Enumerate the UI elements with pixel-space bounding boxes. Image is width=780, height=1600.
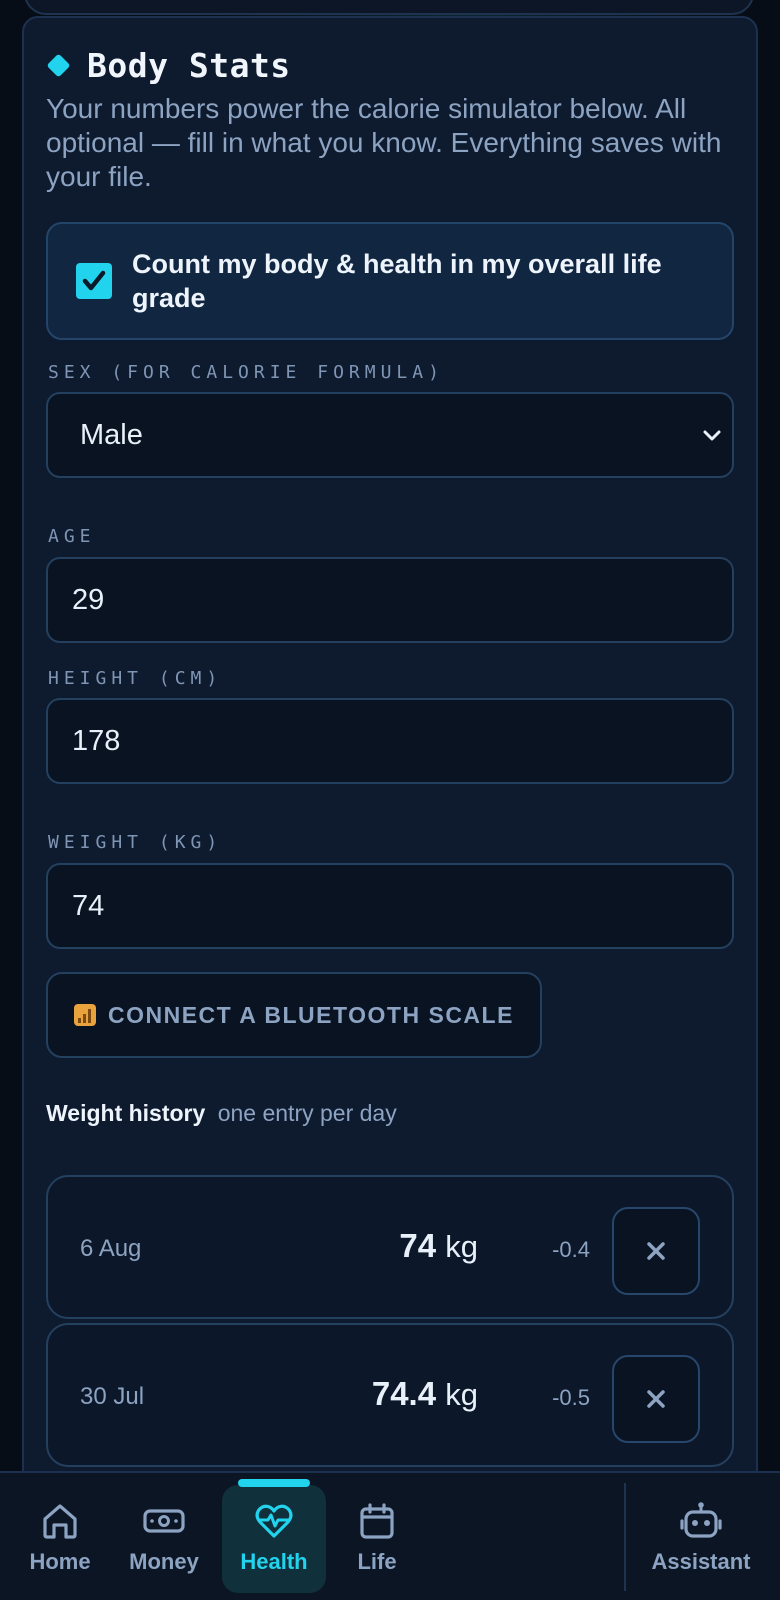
entry-weight: 74.4 kg — [372, 1375, 478, 1413]
delete-entry-button[interactable] — [612, 1207, 700, 1295]
nav-divider — [624, 1483, 626, 1591]
chevron-down-icon — [703, 430, 721, 441]
age-input[interactable]: 29 — [46, 557, 734, 643]
weight-entry: 30 Jul 74.4 kg -0.5 — [46, 1323, 734, 1467]
nav-label: Assistant — [651, 1549, 751, 1574]
sex-label: SEX (FOR CALORIE FORMULA) — [48, 362, 444, 383]
entry-delta: -0.4 — [552, 1237, 590, 1262]
weight-input[interactable]: 74 — [46, 863, 734, 949]
sex-select[interactable]: Male — [46, 392, 734, 478]
entry-delta: -0.5 — [552, 1385, 590, 1410]
nav-label: Money — [129, 1549, 199, 1574]
entry-date: 30 Jul — [80, 1383, 145, 1410]
money-icon — [143, 1509, 185, 1533]
robot-icon — [680, 1502, 722, 1538]
entry-weight: 74 kg — [399, 1227, 478, 1265]
heart-pulse-icon — [255, 1504, 293, 1538]
connect-button-label: CONNECT A BLUETOOTH SCALE — [108, 1001, 514, 1028]
active-indicator — [238, 1479, 310, 1487]
bottom-nav: Home Money Health Life Assistant — [0, 1471, 780, 1600]
weight-history-header: Weight history one entry per day — [46, 1100, 397, 1127]
bluetooth-signal-icon — [74, 1004, 96, 1026]
height-input[interactable]: 178 — [46, 698, 734, 784]
checkbox[interactable] — [76, 263, 112, 299]
checkmark-icon — [82, 270, 106, 291]
previous-card — [24, 0, 754, 15]
card-description: Your numbers power the calorie simulator… — [46, 93, 722, 192]
nav-life[interactable]: Life — [327, 1485, 427, 1593]
card-header: Body Stats — [46, 46, 291, 85]
life-grade-toggle[interactable]: Count my body & health in my overall lif… — [46, 222, 734, 340]
nav-label: Home — [29, 1549, 91, 1574]
toggle-label: Count my body & health in my overall lif… — [132, 249, 662, 313]
height-label: HEIGHT (CM) — [48, 668, 223, 689]
delete-entry-button[interactable] — [612, 1355, 700, 1443]
entry-weight-value: 74 — [399, 1227, 437, 1264]
calendar-icon — [360, 1503, 394, 1539]
sex-value: Male — [80, 418, 143, 451]
entry-weight-value: 74.4 — [371, 1375, 437, 1412]
page: Body Stats Your numbers power the calori… — [0, 0, 780, 1600]
weight-history-title: Weight history — [46, 1100, 206, 1126]
connect-bluetooth-scale-button[interactable]: CONNECT A BLUETOOTH SCALE — [46, 972, 542, 1058]
close-icon — [647, 1242, 665, 1260]
nav-label: Health — [240, 1549, 308, 1574]
entry-date: 6 Aug — [80, 1235, 142, 1262]
nav-health[interactable]: Health — [222, 1479, 326, 1593]
close-icon — [647, 1390, 665, 1408]
entry-unit: kg — [445, 1229, 478, 1264]
entry-unit: kg — [445, 1377, 478, 1412]
card-title: Body Stats — [87, 46, 291, 85]
weight-entry: 6 Aug 74 kg -0.4 — [46, 1175, 734, 1319]
weight-label: WEIGHT (KG) — [48, 832, 223, 853]
nav-home[interactable]: Home — [10, 1485, 110, 1593]
age-label: AGE — [48, 526, 96, 547]
nav-money[interactable]: Money — [114, 1485, 214, 1593]
nav-label: Life — [357, 1549, 397, 1574]
weight-history-subtitle: one entry per day — [217, 1100, 397, 1126]
diamond-icon — [46, 53, 71, 78]
nav-assistant[interactable]: Assistant — [645, 1485, 757, 1593]
home-icon — [43, 1504, 77, 1539]
